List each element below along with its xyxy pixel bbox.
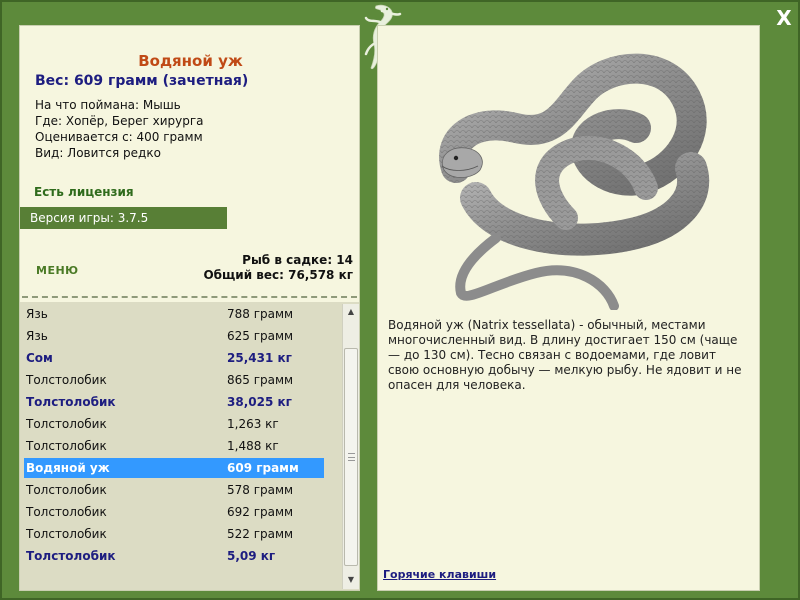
- arrow-down-icon[interactable]: ▼: [343, 572, 359, 588]
- catch-list[interactable]: Язь 788 грамм Язь 625 грамм Сом 25,431 кг Толс…: [20, 302, 359, 590]
- table-row[interactable]: Толстолобик 578 грамм: [24, 480, 324, 500]
- close-icon: X: [776, 6, 792, 30]
- license-status: Есть лицензия: [34, 185, 134, 199]
- catch-weight: 522 грамм: [227, 527, 294, 541]
- table-row[interactable]: Толстолобик 38,025 кг: [24, 392, 324, 412]
- table-row[interactable]: Язь 788 грамм: [24, 304, 324, 324]
- table-row[interactable]: Толстолобик 5,09 кг: [24, 546, 324, 566]
- game-window: X Водяной уж Вес: 609 грамм (зачетная) Н…: [0, 0, 800, 600]
- catch-name: Толстолобик: [26, 373, 107, 387]
- table-row[interactable]: Язь 625 грамм: [24, 326, 324, 346]
- catch-weight: 625 грамм: [227, 329, 294, 343]
- catch-name: Водяной уж: [26, 461, 110, 475]
- menu-button[interactable]: МЕНЮ: [36, 264, 79, 277]
- catch-name: Толстолобик: [26, 527, 107, 541]
- catch-name: Толстолобик: [26, 417, 107, 431]
- catch-weight: 38,025 кг: [227, 395, 292, 409]
- catch-name: Толстолобик: [26, 439, 107, 453]
- location-info: Где: Хопёр, Берег хирурга: [35, 114, 204, 128]
- table-row[interactable]: Водяной уж 609 грамм: [24, 458, 324, 478]
- hotkeys-link[interactable]: Горячие клавиши: [383, 568, 496, 581]
- catch-weight: 692 грамм: [227, 505, 294, 519]
- arrow-up-icon[interactable]: ▲: [343, 304, 359, 320]
- catch-weight: 578 грамм: [227, 483, 294, 497]
- table-row[interactable]: Толстолобик 1,263 кг: [24, 414, 324, 434]
- fish-description: Водяной уж (Natrix tessellata) - обычный…: [388, 318, 742, 392]
- fish-weight: Вес: 609 грамм (зачетная): [35, 73, 249, 89]
- snake-image: [439, 53, 710, 310]
- catch-name: Толстолобик: [26, 505, 107, 519]
- fish-name-title: Водяной уж: [138, 52, 243, 70]
- catch-name: Толстолобик: [26, 483, 107, 497]
- keepnet-count: Рыб в садке: 14: [242, 253, 353, 267]
- keepnet-total-weight: Общий вес: 76,578 кг: [203, 268, 353, 282]
- catch-name: Сом: [26, 351, 53, 365]
- version-bar: Версия игры: 3.7.5: [20, 207, 227, 229]
- scrollbar-thumb[interactable]: [344, 348, 358, 566]
- table-row[interactable]: Толстолобик 1,488 кг: [24, 436, 324, 456]
- valued-from-info: Оценивается с: 400 грамм: [35, 130, 203, 144]
- bait-info: На что поймана: Мышь: [35, 98, 181, 112]
- catch-weight: 865 грамм: [227, 373, 294, 387]
- grip-icon: [348, 453, 355, 461]
- catch-name: Толстолобик: [26, 549, 116, 563]
- catch-name: Язь: [26, 329, 48, 343]
- rarity-info: Вид: Ловится редко: [35, 146, 161, 160]
- catch-name: Язь: [26, 307, 48, 321]
- catch-weight: 609 грамм: [227, 461, 299, 475]
- catch-name: Толстолобик: [26, 395, 116, 409]
- table-row[interactable]: Толстолобик 865 грамм: [24, 370, 324, 390]
- catch-weight: 788 грамм: [227, 307, 294, 321]
- catch-weight: 1,488 кг: [227, 439, 279, 453]
- catch-weight: 25,431 кг: [227, 351, 292, 365]
- table-row[interactable]: Толстолобик 522 грамм: [24, 524, 324, 544]
- description-panel: Водяной уж (Natrix tessellata) - обычный…: [377, 25, 760, 591]
- close-button[interactable]: X: [772, 6, 796, 30]
- catch-list-scrollbar[interactable]: ▲ ▼: [342, 304, 359, 589]
- catch-weight: 5,09 кг: [227, 549, 276, 563]
- divider: [22, 296, 357, 298]
- table-row[interactable]: Сом 25,431 кг: [24, 348, 324, 368]
- catch-weight: 1,263 кг: [227, 417, 279, 431]
- fish-info-panel: Водяной уж Вес: 609 грамм (зачетная) На …: [19, 25, 360, 591]
- table-row[interactable]: Толстолобик 692 грамм: [24, 502, 324, 522]
